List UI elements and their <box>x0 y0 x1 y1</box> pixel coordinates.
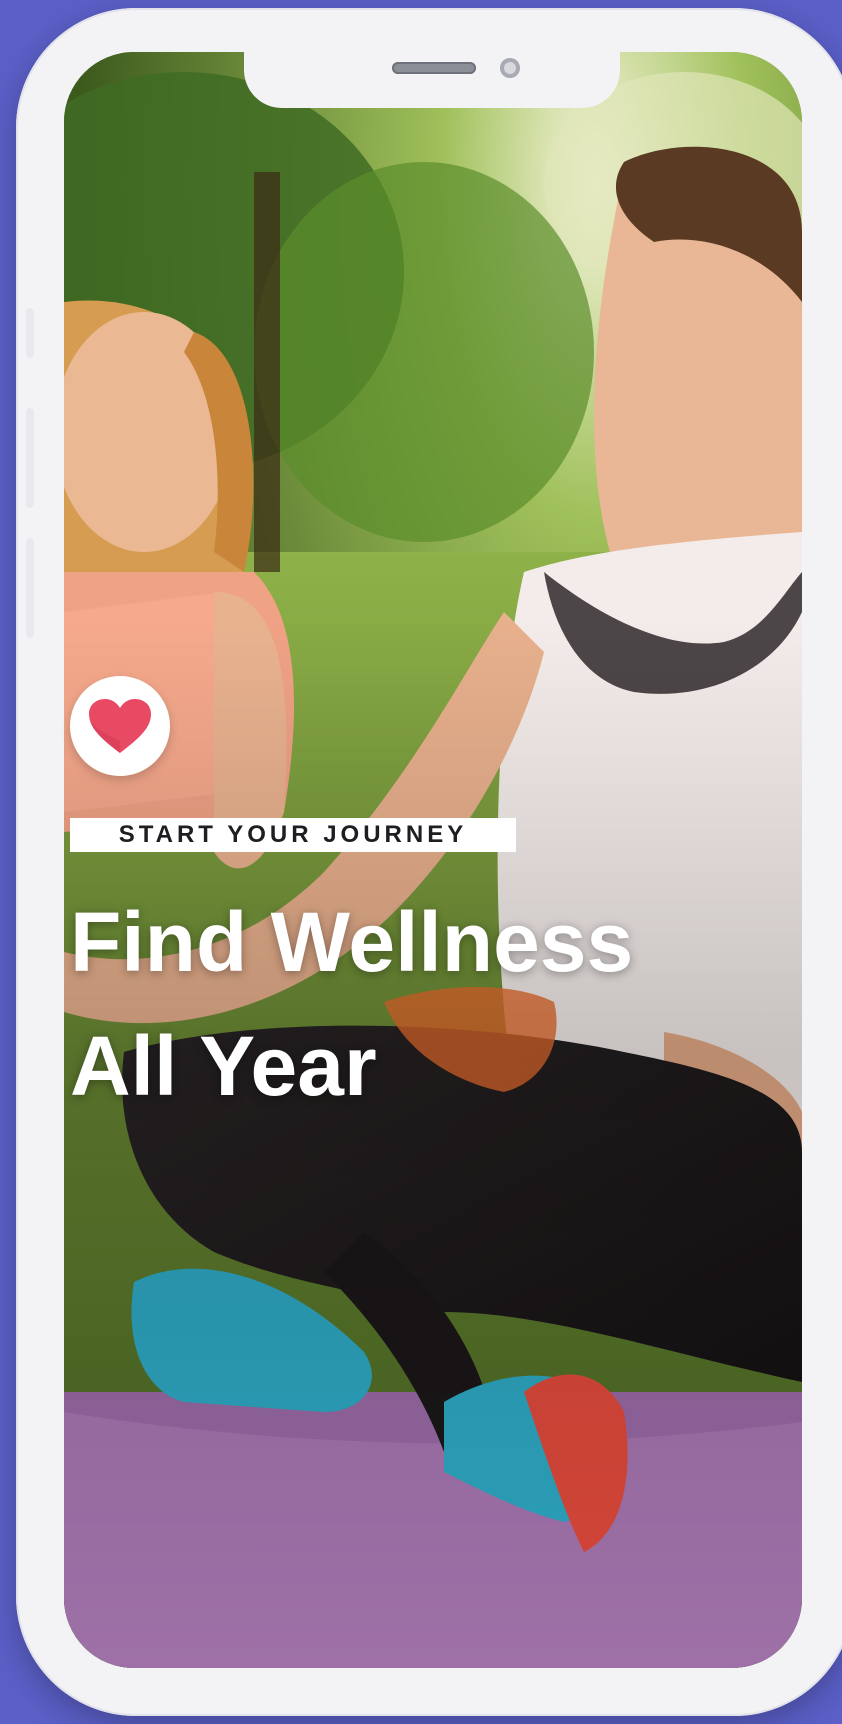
app-screen <box>64 52 802 1668</box>
side-button <box>26 308 34 358</box>
earpiece-speaker <box>392 62 476 74</box>
journey-label: START YOUR JOURNEY <box>70 818 516 852</box>
hero-headline: Find Wellness All Year <box>70 880 810 1128</box>
volume-down-button <box>26 538 34 638</box>
hero-background-image <box>64 52 802 1668</box>
headline-line-1: Find Wellness <box>70 895 634 989</box>
volume-up-button <box>26 408 34 508</box>
headline-line-2: All Year <box>70 1019 377 1113</box>
phone-notch <box>244 52 620 108</box>
heart-icon <box>89 699 151 753</box>
front-camera <box>500 58 520 78</box>
favorite-button[interactable] <box>70 676 170 776</box>
